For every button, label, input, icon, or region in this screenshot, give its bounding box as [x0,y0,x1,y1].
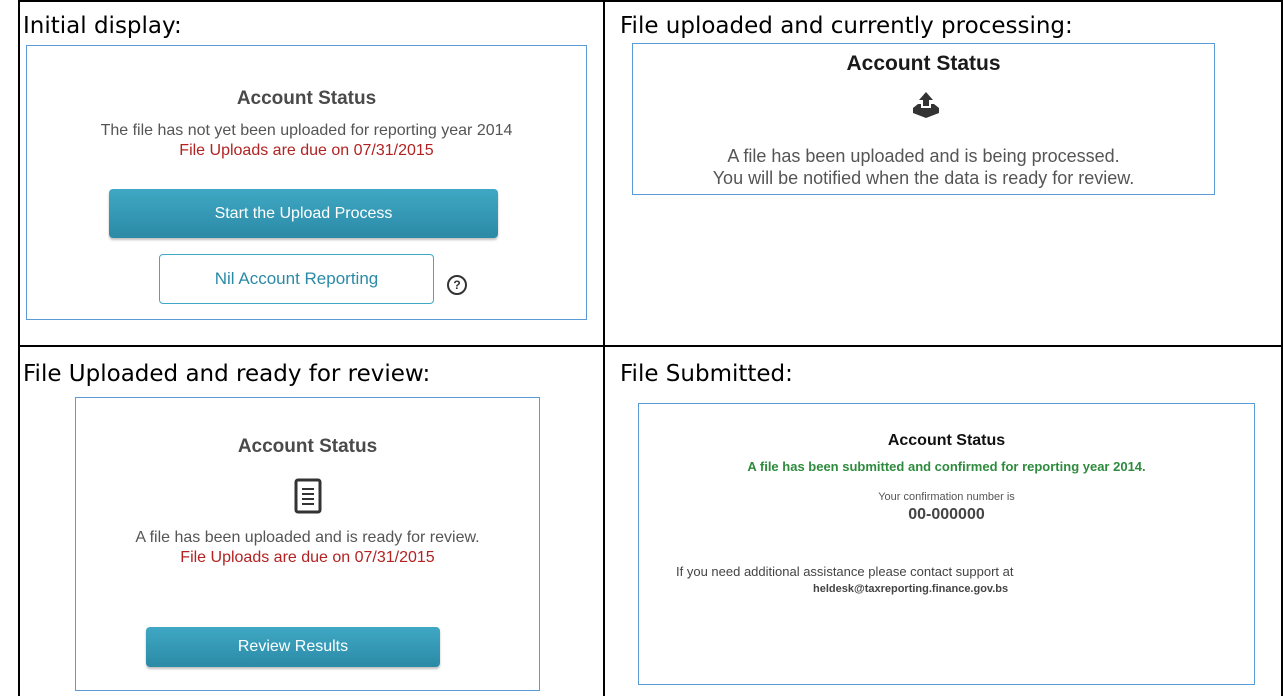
panel-submitted: Account Status A file has been submitted… [638,403,1255,685]
table-border-row [18,345,1283,347]
upload-status-message: The file has not yet been uploaded for r… [100,122,513,139]
cell-title-initial: Initial display: [23,13,182,39]
panel-initial: Account Status The file has not yet been… [26,45,587,320]
review-results-button[interactable]: Review Results [146,627,440,667]
submitted-confirmed-message: A file has been submitted and confirmed … [747,459,1146,474]
panel-processing: Account Status A file has been uploaded … [632,43,1215,195]
confirmation-number-label: Your confirmation number is [878,491,1015,503]
panel-heading: Account Status [237,436,378,457]
cell-title-processing: File uploaded and currently processing: [620,13,1073,39]
table-border-middle [603,0,605,696]
start-upload-button[interactable]: Start the Upload Process [109,189,498,238]
processing-message-line1: A file has been uploaded and is being pr… [727,146,1120,166]
due-date-text: File Uploads are due on 07/31/2015 [180,549,435,566]
upload-tray-icon [913,92,939,118]
table-border-top [18,0,1283,2]
nil-account-reporting-button[interactable]: Nil Account Reporting [159,254,434,304]
processing-message-line2: You will be notified when the data is re… [712,168,1135,188]
support-message: If you need additional assistance please… [676,564,1014,579]
panel-heading: Account Status [846,52,1001,75]
panel-heading: Account Status [236,88,377,109]
cell-title-review: File Uploaded and ready for review: [23,361,431,387]
panel-review: Account Status A file has been uploaded … [75,397,540,691]
help-circle-icon[interactable]: ? [447,275,467,295]
confirmation-number: 00-000000 [908,506,985,523]
review-ready-message: A file has been uploaded and is ready fo… [135,529,480,546]
table-border-left [18,0,20,696]
panel-heading: Account Status [887,432,1006,449]
document-icon [294,478,322,514]
due-date-text: File Uploads are due on 07/31/2015 [179,142,434,159]
cell-title-submitted: File Submitted: [620,361,793,387]
support-email-link[interactable]: heldesk@taxreporting.finance.gov.bs [813,583,1008,595]
